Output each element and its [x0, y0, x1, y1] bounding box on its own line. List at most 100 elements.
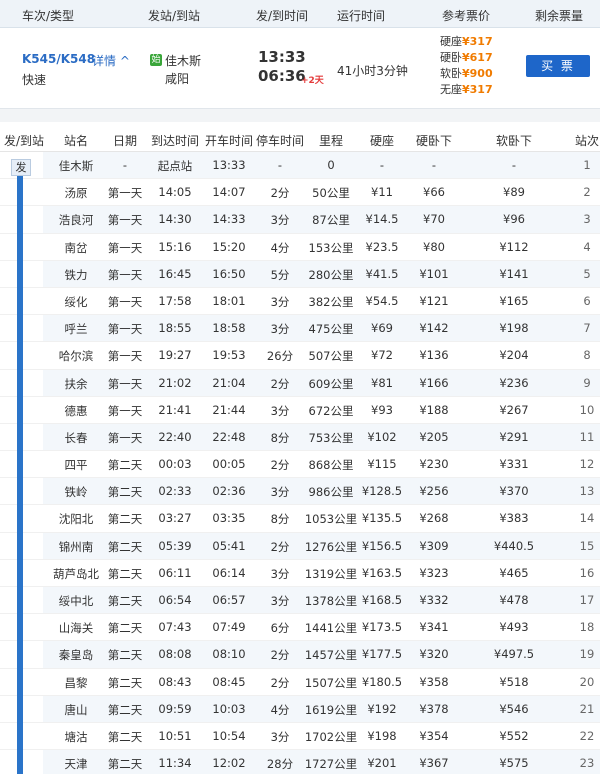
depart-marker-badge: 发 [11, 159, 31, 176]
stop-soft-sleeper-price: ¥383 [499, 511, 529, 526]
stop-number: 18 [579, 620, 595, 635]
stop-depart-time: 21:44 [212, 402, 246, 417]
stop-depart-time: 15:20 [212, 239, 246, 254]
stop-station-name: 塘沽 [64, 729, 88, 744]
stop-arrive-time: 02:33 [158, 484, 192, 499]
stop-depart-time: 08:10 [212, 647, 246, 662]
train-number-link[interactable]: K545/K548 [22, 52, 95, 66]
stop-station-name: 长春 [64, 430, 88, 445]
stop-depart-time: 14:33 [212, 212, 246, 227]
stop-date: 第二天 [107, 648, 143, 663]
col-station: 站名 [63, 134, 89, 148]
stop-duration: - [277, 158, 283, 172]
stop-arrive-time: 03:27 [158, 511, 192, 526]
col-soft-sleeper: 软卧下 [495, 134, 533, 148]
stop-station-name: 铁岭 [64, 485, 88, 500]
stop-number: 9 [583, 375, 591, 390]
stop-station-name: 四平 [64, 458, 88, 473]
detail-toggle-link[interactable]: 详情 ^ [92, 52, 130, 69]
stop-arrive-time: 21:02 [158, 375, 192, 390]
stop-hard-seat-price: ¥201 [367, 756, 397, 771]
stop-duration: 2分 [270, 376, 290, 391]
route-timeline-bar [17, 168, 23, 774]
col-depart-arrive: 发/到站 [3, 134, 45, 148]
table-row: 浩良河 第一天 14:30 14:33 3分 87公里 ¥14.5 ¥70 ¥96 3 [0, 206, 600, 234]
stop-soft-sleeper-price: ¥478 [499, 593, 529, 607]
stop-duration: 5分 [270, 267, 290, 282]
stop-arrive-time: 14:30 [158, 212, 192, 227]
stop-arrive-time: 21:41 [158, 402, 192, 417]
stop-date: 第二天 [107, 458, 143, 473]
stop-depart-time: 14:07 [212, 185, 246, 200]
stop-hard-seat-price: ¥93 [371, 402, 393, 417]
stop-distance: 475公里 [308, 322, 354, 337]
stop-number: 20 [579, 674, 595, 689]
table-row: 天津 第二天 11:34 12:02 28分 1727公里 ¥201 ¥367 ¥575 23 [0, 750, 600, 774]
table-row: 秦皇岛 第二天 08:08 08:10 2分 1457公里 ¥177.5 ¥320 ¥497.5… [0, 641, 600, 669]
stop-depart-time: 13:33 [212, 158, 246, 172]
stop-hard-sleeper-price: ¥136 [419, 348, 449, 363]
stop-arrive-time: 17:58 [158, 293, 192, 308]
stop-duration: 3分 [270, 294, 290, 309]
stop-arrive-time: 18:55 [158, 321, 192, 336]
stop-soft-sleeper-price: ¥575 [499, 756, 529, 771]
stops-table: 发/到站 站名 日期 到达时间 开车时间 停车时间 里程 硬座 硬卧下 软卧下 … [0, 124, 600, 774]
stop-depart-time: 06:57 [212, 593, 246, 607]
seat-type: 硬座 [440, 35, 462, 48]
stop-arrive-time: 05:39 [158, 538, 192, 553]
stop-arrive-time: 00:03 [158, 457, 192, 472]
stop-distance: 1507公里 [304, 675, 358, 690]
stop-hard-seat-price: ¥128.5 [361, 484, 403, 499]
table-row: 绥中北 第二天 06:54 06:57 3分 1378公里 ¥168.5 ¥332 ¥478 17 [0, 587, 600, 615]
stop-arrive-time: 09:59 [158, 701, 192, 716]
stop-date: 第一天 [107, 240, 143, 255]
seat-price: ¥317 [462, 83, 493, 96]
stop-arrive-time: 08:43 [158, 674, 192, 689]
stop-number: 21 [579, 701, 595, 716]
stop-date: 第一天 [107, 294, 143, 309]
stop-distance: 868公里 [308, 458, 354, 473]
stop-hard-sleeper-price: ¥358 [419, 674, 449, 689]
stop-hard-seat-price: ¥23.5 [365, 239, 399, 254]
stop-arrive-time: 06:54 [158, 593, 192, 607]
stop-distance: 1378公里 [304, 594, 358, 608]
stop-hard-sleeper-price: - [431, 158, 437, 172]
stop-duration: 8分 [270, 512, 290, 527]
header-duration: 运行时间 [337, 9, 386, 23]
depart-time: 13:33 [258, 48, 306, 66]
stop-station-name: 绥中北 [58, 594, 94, 608]
stop-date: 第二天 [107, 621, 143, 636]
stop-hard-seat-price: ¥69 [371, 321, 393, 336]
stop-distance: 50公里 [312, 186, 350, 201]
stop-number: 14 [579, 511, 595, 526]
table-row: 哈尔滨 第一天 19:27 19:53 26分 507公里 ¥72 ¥136 ¥204 8 [0, 342, 600, 370]
stop-date: 第二天 [107, 675, 143, 690]
stop-hard-seat-price: ¥177.5 [361, 647, 403, 662]
table-row: 长春 第一天 22:40 22:48 8分 753公里 ¥102 ¥205 ¥291 11 [0, 423, 600, 452]
stop-distance: 1319公里 [304, 566, 358, 581]
stop-duration: 3分 [270, 729, 290, 744]
stop-depart-time: 00:05 [212, 457, 246, 472]
from-station: 佳木斯 [165, 54, 202, 68]
stop-depart-time: 22:48 [212, 429, 246, 444]
table-row: 铁力 第一天 16:45 16:50 5分 280公里 ¥41.5 ¥101 ¥141 5 [0, 260, 600, 288]
stop-arrive-time: 19:27 [158, 348, 192, 363]
stop-distance: 1053公里 [304, 512, 358, 527]
stop-arrive-time: 11:34 [158, 756, 192, 771]
buy-ticket-button[interactable]: 买 票 [526, 55, 590, 77]
stop-soft-sleeper-price: ¥89 [503, 185, 525, 200]
stop-distance: 0 [327, 158, 335, 172]
stop-arrive-time: 08:08 [158, 647, 192, 662]
stop-number: 23 [579, 756, 595, 771]
stop-distance: 153公里 [308, 240, 354, 255]
table-row: 铁岭 第二天 02:33 02:36 3分 986公里 ¥128.5 ¥256 ¥370 13 [0, 478, 600, 506]
col-hard-seat: 硬座 [369, 134, 395, 148]
stop-hard-seat-price: ¥168.5 [361, 593, 403, 607]
stops-table-body: 佳木斯 - 起点站 13:33-0- - -1 汤原 第一天 14:05 14:07 2分 50公里 ¥… [0, 152, 600, 774]
table-row: 呼兰 第一天 18:55 18:58 3分 475公里 ¥69 ¥142 ¥198 7 [0, 315, 600, 343]
stop-number: 10 [579, 402, 595, 417]
stop-station-name: 佳木斯 [58, 159, 94, 173]
stop-station-name: 汤原 [64, 186, 88, 201]
stop-arrive-time: 10:51 [158, 728, 192, 743]
stop-duration: 4分 [270, 702, 290, 717]
